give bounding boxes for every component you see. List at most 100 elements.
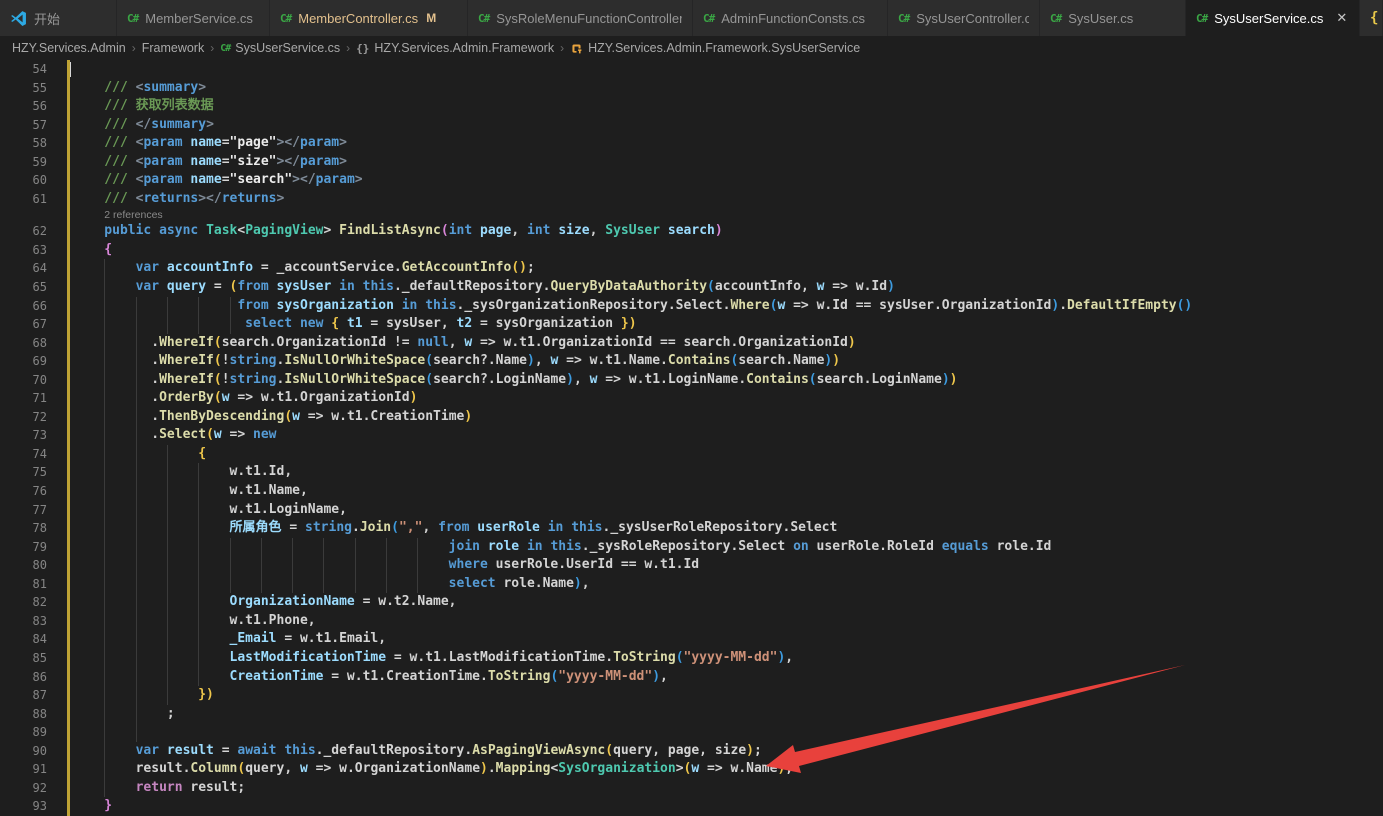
chevron-right-icon: › <box>132 41 136 55</box>
code-line-63[interactable]: 63{ <box>0 241 1383 260</box>
code-line-69[interactable]: 69.WhereIf(!string.IsNullOrWhiteSpace(se… <box>0 352 1383 371</box>
code-line-62[interactable]: 62public async Task<PagingView> FindList… <box>0 222 1383 241</box>
line-number: 58 <box>0 134 67 153</box>
breadcrumb-item[interactable]: HZY.Services.Admin.Framework.SysUserServ… <box>570 41 860 55</box>
indent-guide <box>355 556 356 575</box>
indent-guide <box>104 371 105 390</box>
code-line-93[interactable]: 93} <box>0 797 1383 816</box>
breadcrumb-item[interactable]: Framework <box>142 41 205 55</box>
code-line-content: public async Task<PagingView> FindListAs… <box>67 222 1383 241</box>
code-line-70[interactable]: 70.WhereIf(!string.IsNullOrWhiteSpace(se… <box>0 371 1383 390</box>
line-number: 86 <box>0 668 67 687</box>
code-line-66[interactable]: 66from sysOrganization in this._sysOrgan… <box>0 297 1383 316</box>
code-line-88[interactable]: 88; <box>0 705 1383 724</box>
indent-guide <box>136 630 137 649</box>
code-line-content: w.t1.Phone, <box>67 612 1383 631</box>
indent-guide <box>104 575 105 594</box>
code-line-56[interactable]: 56/// 获取列表数据 <box>0 97 1383 116</box>
code-line-90[interactable]: 90var result = await this._defaultReposi… <box>0 742 1383 761</box>
code-lens-references[interactable]: 2 references <box>104 209 162 221</box>
code-line-77[interactable]: 77w.t1.LoginName, <box>0 501 1383 520</box>
code-line-65[interactable]: 65var query = (from sysUser in this._def… <box>0 278 1383 297</box>
code-line-82[interactable]: 82OrganizationName = w.t2.Name, <box>0 593 1383 612</box>
code-line-55[interactable]: 55/// <summary> <box>0 79 1383 98</box>
breadcrumb-item[interactable]: HZY.Services.Admin <box>12 41 126 55</box>
code-line-92[interactable]: 92return result; <box>0 779 1383 798</box>
code-line-67[interactable]: 67select new { t1 = sysUser, t2 = sysOrg… <box>0 315 1383 334</box>
code-line-content: .OrderBy(w => w.t1.OrganizationId) <box>67 389 1383 408</box>
tab-SysUserController.cs[interactable]: C#SysUserController.cs <box>888 0 1040 36</box>
breadcrumb-label: HZY.Services.Admin.Framework.SysUserServ… <box>588 41 860 55</box>
code-line-85[interactable]: 85LastModificationTime = w.t1.LastModifi… <box>0 649 1383 668</box>
tab-label: MemberService.cs <box>145 11 253 26</box>
code-line-58[interactable]: 58/// <param name="page"></param> <box>0 134 1383 153</box>
tab-MemberController.cs[interactable]: C#MemberController.csM <box>270 0 468 36</box>
code-line-68[interactable]: 68.WhereIf(search.OrganizationId != null… <box>0 334 1383 353</box>
tab-SysUserService.cs[interactable]: C#SysUserService.cs✕ <box>1186 0 1360 36</box>
line-number: 78 <box>0 519 67 538</box>
tab-MemberService.cs[interactable]: C# MemberService.cs <box>117 0 270 36</box>
close-icon[interactable]: ✕ <box>1336 10 1347 26</box>
csharp-file-icon: C# <box>220 43 230 54</box>
code-line-78[interactable]: 78所属角色 = string.Join(",", from userRole … <box>0 519 1383 538</box>
code-line-79[interactable]: 79join role in this._sysRoleRepository.S… <box>0 538 1383 557</box>
tab-开始[interactable]: 开始 <box>0 0 117 36</box>
code-line-content: .Select(w => new <box>67 426 1383 445</box>
breadcrumb-item[interactable]: C#SysUserService.cs <box>220 41 340 55</box>
code-line-75[interactable]: 75w.t1.Id, <box>0 463 1383 482</box>
breadcrumb-label: Framework <box>142 41 205 55</box>
code-line-content: where userRole.UserId == w.t1.Id <box>67 556 1383 575</box>
tab-partial[interactable]: { <box>1360 0 1383 36</box>
indent-guide <box>198 519 199 538</box>
indent-guide <box>198 593 199 612</box>
code-line-54[interactable]: 54 <box>0 60 1383 79</box>
code-line-87[interactable]: 87}) <box>0 686 1383 705</box>
indent-guide <box>104 668 105 687</box>
line-number: 88 <box>0 705 67 724</box>
indent-guide <box>230 297 231 316</box>
code-line-72[interactable]: 72.ThenByDescending(w => w.t1.CreationTi… <box>0 408 1383 427</box>
code-line-84[interactable]: 84_Email = w.t1.Email, <box>0 630 1383 649</box>
code-line-83[interactable]: 83w.t1.Phone, <box>0 612 1383 631</box>
code-line-content: CreationTime = w.t1.CreationTime.ToStrin… <box>67 668 1383 687</box>
code-line-76[interactable]: 76w.t1.Name, <box>0 482 1383 501</box>
indent-guide <box>198 612 199 631</box>
indent-guide <box>230 315 231 334</box>
tab-AdminFunctionConsts.cs[interactable]: C#AdminFunctionConsts.cs <box>693 0 888 36</box>
code-line-content: from sysOrganization in this._sysOrganiz… <box>67 297 1383 316</box>
code-line-59[interactable]: 59/// <param name="size"></param> <box>0 153 1383 172</box>
code-line-86[interactable]: 86CreationTime = w.t1.CreationTime.ToStr… <box>0 668 1383 687</box>
code-line-64[interactable]: 64var accountInfo = _accountService.GetA… <box>0 259 1383 278</box>
code-line-content: var result = await this._defaultReposito… <box>67 742 1383 761</box>
indent-guide <box>104 408 105 427</box>
indent-guide <box>417 556 418 575</box>
indent-guide <box>386 556 387 575</box>
code-line-73[interactable]: 73.Select(w => new <box>0 426 1383 445</box>
indent-guide <box>136 612 137 631</box>
code-line-61[interactable]: 61/// <returns></returns> <box>0 190 1383 209</box>
tab-SysUser.cs[interactable]: C#SysUser.cs <box>1040 0 1186 36</box>
code-line-71[interactable]: 71.OrderBy(w => w.t1.OrganizationId) <box>0 389 1383 408</box>
code-line-content <box>67 723 1383 742</box>
code-editor[interactable]: 5455/// <summary>56/// 获取列表数据57/// </sum… <box>0 60 1383 816</box>
code-line-57[interactable]: 57/// </summary> <box>0 116 1383 135</box>
csharp-file-icon: C# <box>478 12 489 25</box>
code-line-content: result.Column(query, w => w.Organization… <box>67 760 1383 779</box>
tab-SysRoleMenuFunctionController.cs[interactable]: C#SysRoleMenuFunctionController.cs <box>468 0 693 36</box>
code-line-89[interactable]: 89 <box>0 723 1383 742</box>
csharp-file-icon: C# <box>127 12 138 25</box>
indent-guide <box>167 612 168 631</box>
code-line-80[interactable]: 80where userRole.UserId == w.t1.Id <box>0 556 1383 575</box>
line-number: 85 <box>0 649 67 668</box>
code-line-91[interactable]: 91result.Column(query, w => w.Organizati… <box>0 760 1383 779</box>
line-number: 65 <box>0 278 67 297</box>
breadcrumb: HZY.Services.Admin›Framework›C#SysUserSe… <box>0 36 1383 60</box>
indent-guide <box>136 315 137 334</box>
code-line-60[interactable]: 60/// <param name="search"></param> <box>0 171 1383 190</box>
code-line-74[interactable]: 74{ <box>0 445 1383 464</box>
code-line-81[interactable]: 81select role.Name), <box>0 575 1383 594</box>
indent-guide <box>136 501 137 520</box>
indent-guide <box>104 593 105 612</box>
tab-label: SysUser.cs <box>1068 11 1133 26</box>
breadcrumb-item[interactable]: {}HZY.Services.Admin.Framework <box>356 41 554 55</box>
